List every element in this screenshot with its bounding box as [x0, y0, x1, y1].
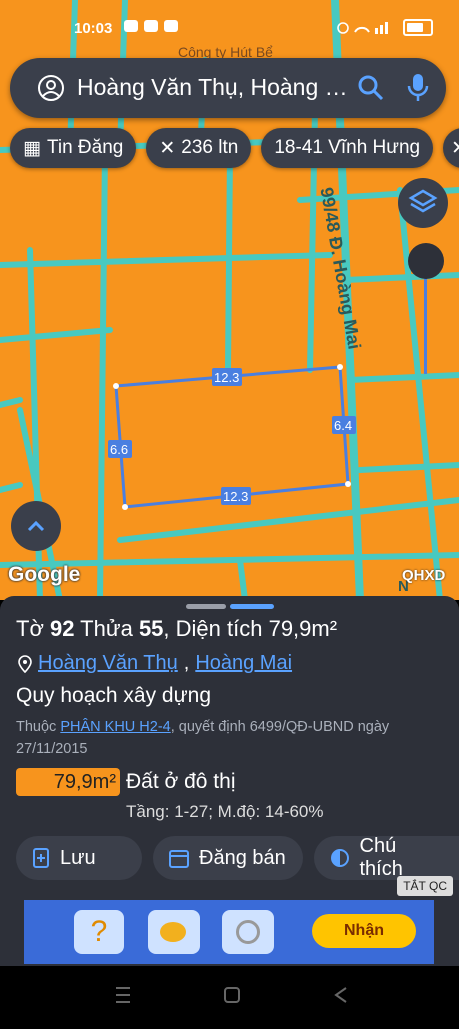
location-pin-icon: [18, 654, 32, 673]
ad-banner[interactable]: ? Nhận: [24, 900, 434, 964]
chip-ruler[interactable]: ✕ 236 ltn: [146, 128, 252, 168]
land-use: Đất ở đô thị: [126, 770, 236, 793]
back-button[interactable]: [324, 978, 358, 1012]
chip-location[interactable]: 18-41 Vĩnh Hưng: [261, 128, 434, 168]
status-time: 10:03: [74, 20, 113, 37]
contrast-icon: [331, 849, 349, 867]
calendar-icon: [169, 850, 189, 868]
qhxd-label: QHXD: [402, 567, 446, 584]
zalo-icon: [124, 20, 138, 32]
status-right-icons: [337, 19, 433, 36]
ad-headphones-icon: [222, 910, 274, 954]
chip-more[interactable]: ✕: [443, 128, 459, 168]
sheet-handle[interactable]: [186, 604, 226, 609]
parcel-address: Hoàng Văn Thụ, Hoàng Mai: [18, 652, 292, 675]
legend-button[interactable]: Chú thích: [314, 835, 459, 880]
status-app-icons: [124, 20, 178, 32]
facebook-icon: [144, 20, 158, 32]
save-button[interactable]: Lưu: [16, 836, 142, 880]
microphone-icon[interactable]: [407, 73, 429, 103]
search-text[interactable]: Hoàng Văn Thụ, Hoàng Mai: [77, 74, 349, 101]
layers-button[interactable]: [398, 178, 448, 228]
ad-coins-icon: [148, 910, 200, 954]
parcel-dim-right: 6.4: [334, 418, 353, 433]
parcel-dim-bottom: 12.3: [223, 489, 249, 504]
ad-question-icon: ?: [74, 910, 124, 954]
ruler-icon: ✕: [451, 137, 459, 160]
expand-button[interactable]: [11, 501, 61, 551]
ruler-icon: ✕: [159, 137, 176, 159]
home-button[interactable]: [215, 978, 249, 1012]
parcel-dim-left: 6.6: [110, 442, 129, 457]
chip-listings[interactable]: ▦ Tin Đăng: [10, 128, 137, 168]
bookmark-add-icon: [33, 848, 49, 868]
sheet-handle-active[interactable]: [230, 604, 274, 609]
system-nav-bar: [0, 966, 459, 1024]
hide-ads-badge[interactable]: TẮT QC: [397, 876, 453, 896]
post-sale-button[interactable]: Đăng bán: [153, 836, 303, 880]
account-icon[interactable]: [36, 73, 66, 103]
filter-chips: ▦Tin Đăng ✕236 ltn 18-41 Vĩnh Hưng ✕: [10, 128, 459, 168]
ad-claim-button[interactable]: Nhận: [312, 914, 416, 948]
parcel-title: Tờ 92 Thửa 55, Diện tích 79,9m²: [16, 616, 338, 641]
layers-icon: [408, 189, 438, 213]
search-icon[interactable]: [358, 75, 384, 101]
google-logo: Google: [8, 563, 81, 586]
calendar-icon: ▦: [23, 137, 41, 159]
youtube-icon: [164, 20, 178, 32]
chevron-up-icon: [27, 520, 45, 532]
opacity-slider-handle[interactable]: [408, 243, 444, 279]
parcel-info-sheet: Tờ 92 Thửa 55, Diện tích 79,9m² Hoàng Vă…: [0, 596, 459, 966]
section-heading: Quy hoạch xây dựng: [16, 684, 212, 707]
search-bar[interactable]: Hoàng Văn Thụ, Hoàng Mai: [10, 58, 446, 118]
signal-icons: [337, 21, 388, 34]
parcel-dim-top: 12.3: [214, 370, 240, 385]
area-badge: 79,9m²: [16, 768, 120, 796]
zone-link[interactable]: PHÂN KHU H2-4: [60, 719, 170, 735]
street-link[interactable]: Hoàng Văn Thụ: [38, 652, 178, 675]
status-bar: 10:03: [0, 0, 459, 44]
recent-apps-button[interactable]: [106, 978, 140, 1012]
district-link[interactable]: Hoàng Mai: [195, 652, 292, 675]
planning-decision: Thuộc PHÂN KHU H2-4, quyết định 6499/QĐ-…: [16, 719, 390, 757]
battery-icon: [403, 19, 433, 36]
floors-density: Tầng: 1-27; M.độ: 14-60%: [126, 802, 324, 821]
map-view[interactable]: 12.3 6.4 6.6 12.3 Công ty Hút Bể 99/48 Đ…: [0, 0, 459, 600]
